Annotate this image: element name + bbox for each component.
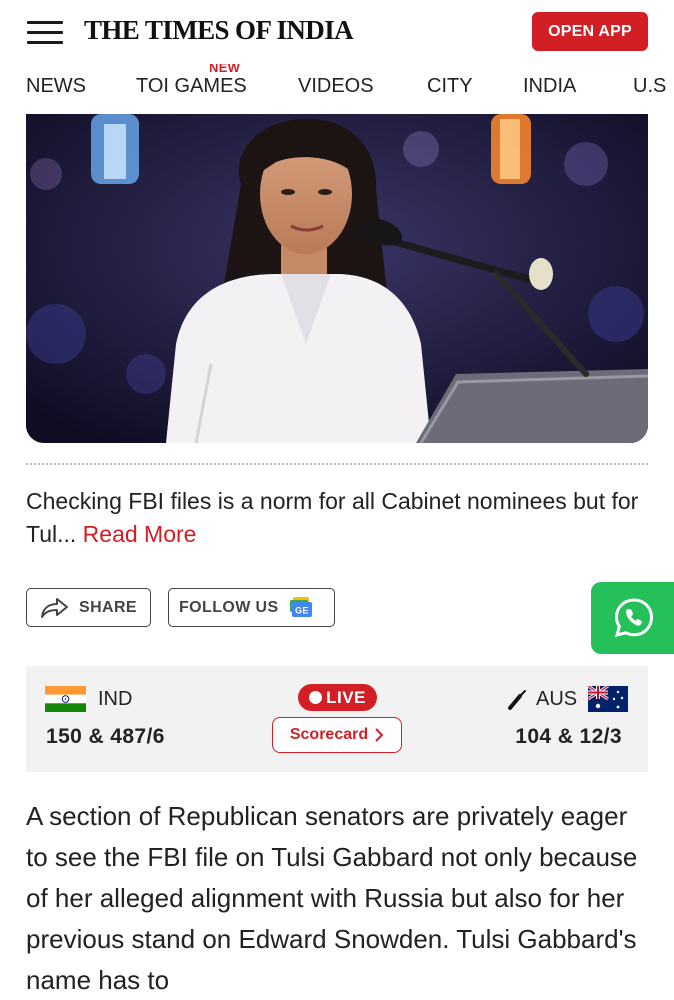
india-flag-icon bbox=[45, 686, 86, 712]
live-badge: LIVE bbox=[298, 684, 377, 711]
google-news-icon: GE bbox=[289, 596, 312, 617]
team-left-score: 150 & 487/6 bbox=[46, 725, 165, 748]
nav-item-city[interactable]: CITY bbox=[427, 75, 473, 98]
team-right-score: 104 & 12/3 bbox=[515, 725, 622, 748]
cricket-bat-icon bbox=[508, 690, 526, 710]
site-logo[interactable]: THE TIMES OF INDIA bbox=[84, 15, 354, 46]
chevron-right-icon bbox=[375, 728, 384, 742]
live-score-widget[interactable]: IND 150 & 487/6 LIVE Scorecard AUS 104 &… bbox=[26, 666, 648, 772]
whatsapp-share-button[interactable] bbox=[591, 582, 674, 654]
section-nav: NEW NEWS TOI GAMES VIDEOS CITY INDIA U.S bbox=[0, 64, 674, 110]
new-badge: NEW bbox=[209, 64, 241, 75]
team-left-name: IND bbox=[98, 688, 133, 710]
nav-item-toi-games[interactable]: TOI GAMES bbox=[136, 75, 247, 98]
hero-photo-illustration bbox=[26, 114, 648, 443]
article-summary: Checking FBI files is a norm for all Cab… bbox=[26, 485, 648, 551]
australia-flag-icon bbox=[588, 686, 628, 712]
share-button[interactable]: SHARE bbox=[26, 588, 151, 627]
team-right-name: AUS bbox=[536, 688, 578, 710]
hamburger-menu-icon[interactable] bbox=[27, 21, 63, 45]
hero-image[interactable] bbox=[26, 114, 648, 443]
scorecard-label: Scorecard bbox=[289, 726, 369, 743]
article-body: A section of Republican senators are pri… bbox=[26, 801, 638, 995]
nav-item-news[interactable]: NEWS bbox=[26, 75, 86, 98]
share-arrow-icon bbox=[41, 597, 68, 618]
divider bbox=[26, 463, 648, 465]
follow-label: FOLLOW US bbox=[179, 598, 279, 616]
read-more-link[interactable]: Read More bbox=[76, 521, 197, 547]
top-header: THE TIMES OF INDIA OPEN APP bbox=[0, 0, 674, 64]
nav-item-india[interactable]: INDIA bbox=[523, 75, 576, 98]
live-dot-icon bbox=[309, 691, 323, 704]
follow-us-button[interactable]: FOLLOW US GE bbox=[168, 588, 335, 627]
open-app-button[interactable]: OPEN APP bbox=[532, 12, 648, 51]
whatsapp-icon bbox=[614, 598, 654, 638]
svg-text:GE: GE bbox=[295, 605, 309, 615]
share-label: SHARE bbox=[79, 598, 138, 616]
nav-item-videos[interactable]: VIDEOS bbox=[298, 75, 374, 98]
live-label: LIVE bbox=[326, 687, 366, 707]
scorecard-button[interactable]: Scorecard bbox=[272, 717, 402, 753]
nav-item-us[interactable]: U.S bbox=[633, 75, 666, 98]
